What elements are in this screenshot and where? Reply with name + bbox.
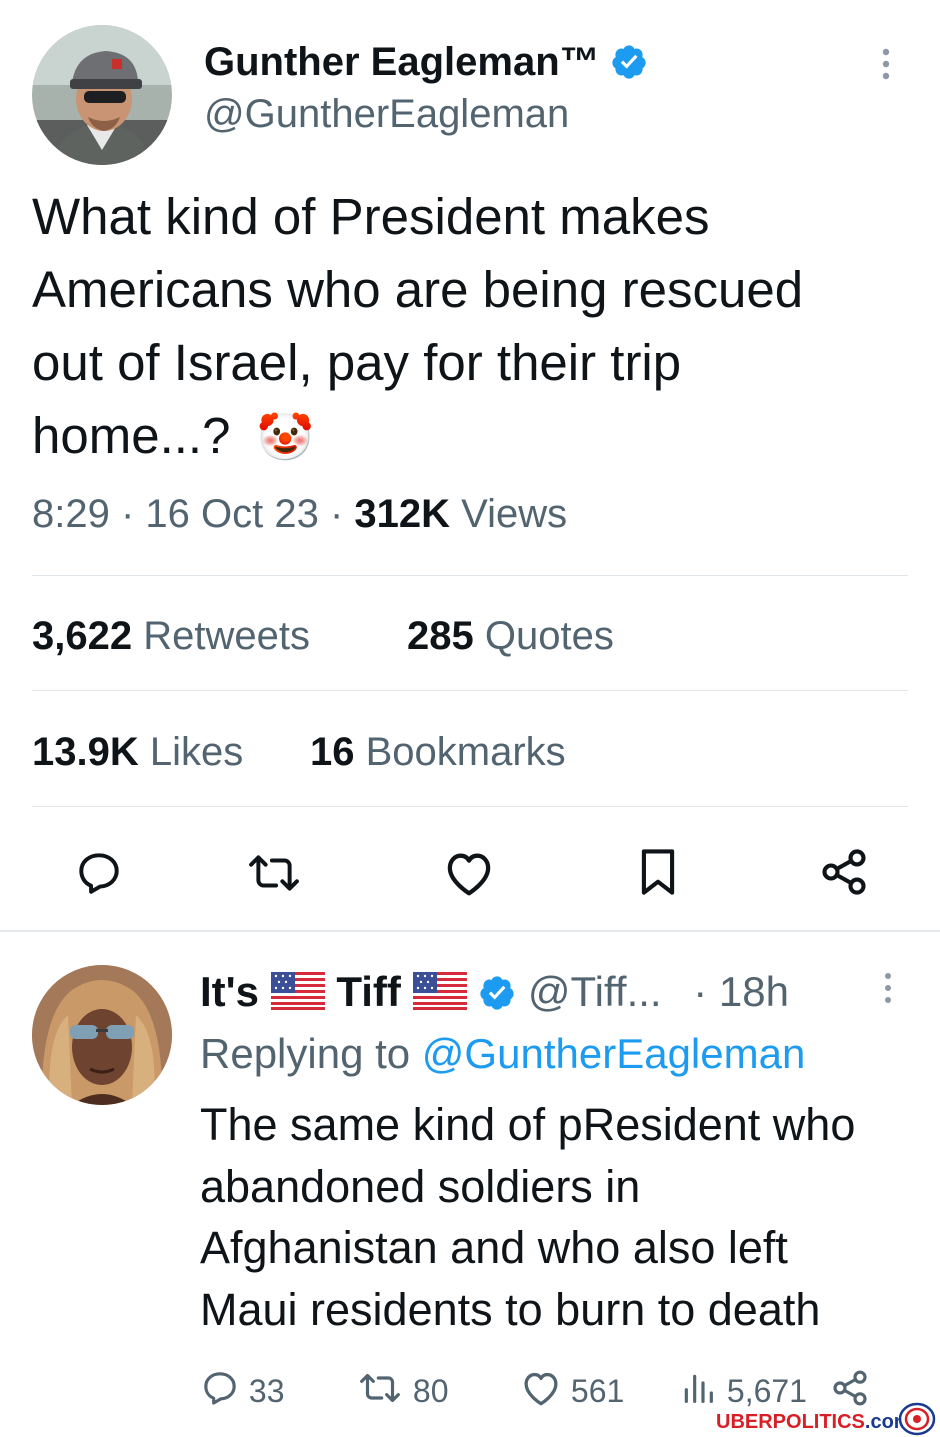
tweet-text-line: Americans who are being rescued [32, 261, 804, 318]
reply-icon[interactable] [74, 848, 124, 898]
watermark-logo-icon [898, 1402, 936, 1436]
reply-more-options-icon[interactable] [876, 970, 900, 1010]
tweet-time[interactable]: 8:29 [32, 492, 110, 536]
likes-count: 13.9K [32, 730, 139, 774]
quotes-label: Quotes [484, 614, 614, 658]
reply-icon [200, 1368, 240, 1408]
likes-label: Likes [149, 730, 244, 774]
views-chart-icon [678, 1368, 718, 1408]
retweet-icon[interactable] [244, 848, 304, 898]
watermark-brand-a: UBER [716, 1411, 773, 1433]
reply-like-button[interactable]: 561 [520, 1368, 624, 1410]
bookmarks-stat[interactable]: 16 Bookmarks [310, 730, 566, 775]
watermark-brand-b: POLITICS [772, 1411, 865, 1433]
quotes-stat[interactable]: 285 Quotes [407, 614, 614, 659]
retweet-icon [356, 1368, 404, 1408]
author-name[interactable]: Gunther Eagleman™ [204, 40, 600, 84]
reply-views-count: 5,671 [726, 1373, 807, 1409]
reply-time[interactable]: · 18h [693, 968, 789, 1015]
reply-text: The same kind of pResident who abandoned… [200, 1094, 855, 1340]
us-flag-icon [270, 970, 325, 1010]
author-avatar[interactable] [32, 25, 172, 165]
tweet-date[interactable]: 16 Oct 23 [145, 492, 318, 536]
reply-handle[interactable]: @Tiff... [528, 968, 662, 1015]
divider [32, 806, 908, 807]
replying-to-label: Replying to [200, 1030, 411, 1077]
reply-retweet-button[interactable]: 80 [356, 1368, 448, 1410]
reply-name-part2: Tiff [336, 968, 401, 1015]
reply-reply-button[interactable]: 33 [200, 1368, 284, 1410]
reply-text-line: abandoned soldiers in [200, 1160, 641, 1212]
share-icon[interactable] [830, 1368, 870, 1408]
reply-text-line: Maui residents to burn to death [200, 1283, 821, 1335]
author-handle[interactable]: @GuntherEagleman [204, 92, 569, 137]
reply-retweet-count: 80 [412, 1373, 449, 1409]
reply-text-line: The same kind of pResident who [200, 1099, 856, 1150]
bookmarks-count: 16 [310, 730, 355, 774]
likes-stat[interactable]: 13.9K Likes [32, 730, 243, 775]
us-flag-icon [412, 970, 467, 1010]
quotes-count: 285 [407, 614, 474, 658]
tweet-text-line: home...? [32, 407, 231, 464]
watermark: UBERPOLITICS.com [716, 1408, 912, 1436]
tweet-meta: 8:29 · 16 Oct 23 · 312K Views [32, 492, 567, 537]
tweet-text: What kind of President makes Americans w… [32, 180, 803, 474]
reply-actions: 33 80 561 5,671 [200, 1368, 880, 1412]
reply-text-line: Afghanistan and who also left [200, 1222, 788, 1273]
reply-views-button[interactable]: 5,671 [678, 1368, 807, 1410]
reply-reply-count: 33 [248, 1373, 285, 1409]
share-icon[interactable] [818, 846, 870, 898]
divider [32, 690, 908, 691]
retweets-stat[interactable]: 3,622 Retweets [32, 614, 310, 659]
reply-name-part1: It's [200, 968, 260, 1015]
reply-author-name[interactable]: It's Tiff [200, 968, 478, 1015]
tweet-text-line: What kind of President makes [32, 188, 710, 245]
retweets-label: Retweets [143, 614, 310, 658]
more-options-icon[interactable] [872, 44, 900, 88]
reply-like-count: 561 [570, 1373, 625, 1409]
verified-badge-icon [478, 974, 516, 1012]
replying-to-handle[interactable]: @GuntherEagleman [422, 1030, 806, 1077]
reply-avatar[interactable] [32, 965, 172, 1105]
like-icon [520, 1368, 562, 1408]
section-divider [0, 930, 940, 932]
like-icon[interactable] [442, 848, 496, 898]
verified-badge-icon [610, 43, 648, 81]
bookmark-icon[interactable] [636, 846, 680, 898]
replying-to: Replying to @GuntherEagleman [200, 1030, 805, 1078]
views-label: Views [461, 492, 568, 536]
meta-separator: · [329, 492, 355, 536]
views-count: 312K [354, 492, 451, 536]
divider [32, 575, 908, 576]
meta-separator: · [120, 492, 146, 536]
tweet-text-line: out of Israel, pay for their trip [32, 334, 682, 391]
clown-emoji-icon: 🤡 [256, 411, 314, 463]
bookmarks-label: Bookmarks [365, 730, 566, 774]
retweets-count: 3,622 [32, 614, 133, 658]
